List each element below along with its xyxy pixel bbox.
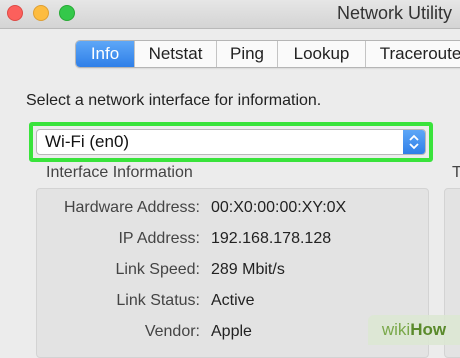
- link-speed-label: Link Speed:: [115, 261, 200, 278]
- interface-select[interactable]: Wi-Fi (en0): [36, 129, 426, 155]
- title-bar: Network Utility: [0, 0, 460, 29]
- interface-select-value: Wi-Fi (en0): [45, 132, 130, 151]
- tab-netstat[interactable]: Netstat: [134, 41, 216, 67]
- ip-address-value: 192.168.178.128: [211, 230, 332, 247]
- right-panel-title: T: [452, 164, 460, 181]
- window-title: Network Utility: [336, 3, 452, 23]
- minimize-window-button[interactable]: [33, 5, 49, 21]
- interface-info-title: Interface Information: [46, 164, 193, 181]
- vendor-value: Apple: [211, 323, 252, 340]
- link-status-value: Active: [211, 292, 255, 309]
- tab-ping[interactable]: Ping: [216, 41, 277, 67]
- ip-address-label: IP Address:: [118, 230, 200, 247]
- watermark-part1: wiki: [381, 320, 411, 339]
- watermark-part2: How: [410, 320, 447, 339]
- tab-lookup[interactable]: Lookup: [277, 41, 365, 67]
- zoom-window-button[interactable]: [59, 5, 75, 21]
- interface-prompt: Select a network interface for informati…: [26, 92, 322, 109]
- hardware-address-value: 00:X0:00:00:XY:0X: [211, 199, 347, 216]
- link-speed-value: 289 Mbit/s: [211, 261, 285, 278]
- tab-traceroute[interactable]: Traceroute: [365, 41, 460, 67]
- tab-bar: Info Netstat Ping Lookup Traceroute: [75, 40, 460, 68]
- vendor-label: Vendor:: [144, 323, 200, 340]
- hardware-address-label: Hardware Address:: [63, 199, 200, 216]
- wikihow-watermark: wikiHow: [368, 315, 460, 345]
- select-chevrons-icon[interactable]: [403, 130, 425, 154]
- tab-info[interactable]: Info: [76, 41, 134, 67]
- link-status-label: Link Status:: [116, 292, 200, 309]
- close-window-button[interactable]: [7, 5, 23, 21]
